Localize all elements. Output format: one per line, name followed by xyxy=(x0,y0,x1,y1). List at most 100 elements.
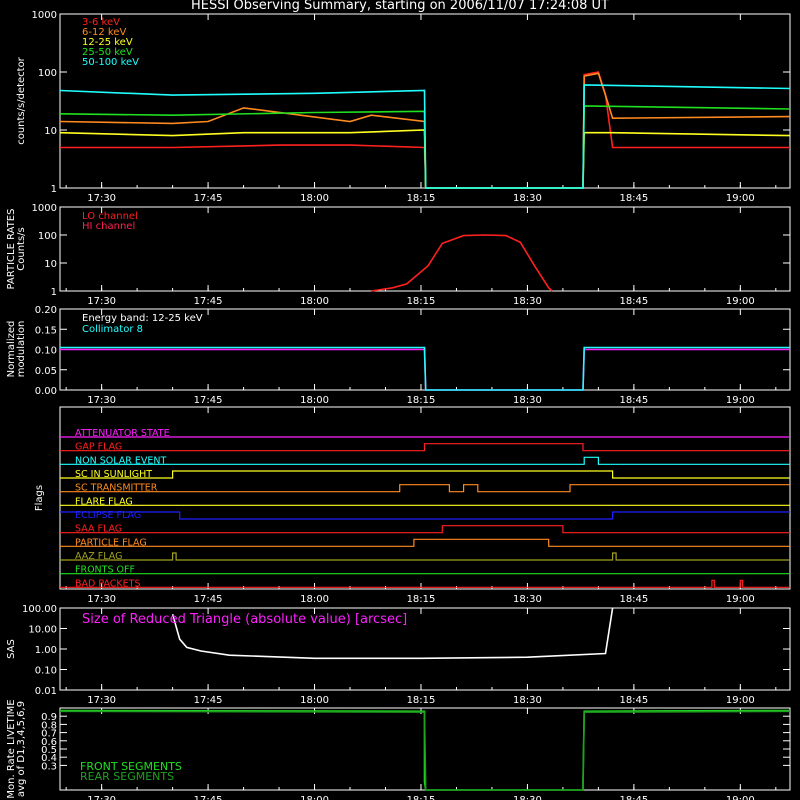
time-tick-label: 18:30 xyxy=(513,296,542,307)
legend-hi-channel: HI channel xyxy=(82,221,135,232)
time-tick-label: 18:15 xyxy=(407,193,436,204)
flag-line-gap-flag xyxy=(60,443,790,452)
flag-label-gap-flag: GAP FLAG xyxy=(75,442,122,453)
time-tick-label: 18:30 xyxy=(513,594,542,605)
flag-line-sc-transmitter xyxy=(60,484,790,493)
time-tick-label: 19:00 xyxy=(726,193,755,204)
flag-label-non-solar-event: NON SOLAR EVENT xyxy=(75,455,166,466)
ytick-label: 0.9 xyxy=(41,712,57,723)
flag-label-attenuator-state: ATTENUATOR STATE xyxy=(75,428,170,439)
flag-label-eclipse-flag: ECLIPSE FLAG xyxy=(75,510,141,521)
ytick-label: 0.10 xyxy=(35,346,57,357)
modulation-panel: 17:30 17:45 18:00 18:15 18:30 18:45 19:00 0.00 0… xyxy=(35,305,791,406)
ytick-label: 0.20 xyxy=(35,305,57,316)
flags-panel: 17:30 17:45 18:00 18:15 18:30 18:45 19:00 ATTEN… xyxy=(59,406,791,605)
time-tick-label: 18:45 xyxy=(619,395,648,406)
flag-line-non-solar-event xyxy=(60,456,790,465)
time-tick-label: 18:15 xyxy=(407,695,436,706)
particle_rates-frame xyxy=(59,206,791,292)
flag-label-sc-in-sunlight: SC IN SUNLIGHT xyxy=(75,469,152,480)
legend-rear-segments: REAR SEGMENTS xyxy=(80,770,174,783)
time-tick-label: 19:00 xyxy=(726,795,755,800)
time-tick-label: 18:30 xyxy=(513,795,542,800)
time-tick-label: 18:45 xyxy=(619,594,648,605)
time-tick-label: 18:45 xyxy=(619,193,648,204)
time-tick-label: 17:45 xyxy=(194,193,223,204)
time-tick-label: 17:45 xyxy=(194,795,223,800)
modulation-ylabel: modulation xyxy=(16,321,27,378)
time-tick-label: 18:45 xyxy=(619,296,648,307)
time-tick-label: 18:00 xyxy=(300,594,329,605)
time-tick-label: 19:00 xyxy=(726,695,755,706)
series-collimator-8 xyxy=(60,346,790,391)
time-tick-label: 17:45 xyxy=(194,594,223,605)
time-tick-label: 17:30 xyxy=(87,193,116,204)
legend-50-100-kev: 50-100 keV xyxy=(82,57,139,68)
series-lo-channel xyxy=(371,234,553,292)
time-tick-label: 19:00 xyxy=(726,395,755,406)
ytick-label: 0.10 xyxy=(35,666,57,677)
flag-line-particle-flag xyxy=(60,538,790,547)
time-tick-label: 18:00 xyxy=(300,695,329,706)
series-50-100-kev xyxy=(59,84,791,189)
time-tick-label: 18:30 xyxy=(513,193,542,204)
flag-label-aaz-flag: AAZ FLAG xyxy=(75,551,122,562)
ytick-label: 1000 xyxy=(32,203,57,214)
time-tick-label: 18:45 xyxy=(619,795,648,800)
time-tick-label: 18:30 xyxy=(513,395,542,406)
count_rates-ylabel: counts/s/detector xyxy=(16,56,27,144)
flag-label-flare-flag: FLARE FLAG xyxy=(75,496,133,507)
livetime-panel: 17:3017:4518:0018:1518:3018:4519:000.30.… xyxy=(41,707,791,800)
time-tick-label: 18:00 xyxy=(300,296,329,307)
flag-label-bad-packets: BAD PACKETS xyxy=(75,578,141,589)
ytick-label: 10 xyxy=(44,259,57,270)
flag-label-fronts-off: FRONTS OFF xyxy=(75,565,135,576)
legend-collimator-8: Collimator 8 xyxy=(82,324,143,335)
time-tick-label: 17:30 xyxy=(87,795,116,800)
legend-energy-band-12-25-kev: Energy band: 12-25 keV xyxy=(82,313,203,324)
time-tick-label: 18:15 xyxy=(407,594,436,605)
time-tick-label: 18:30 xyxy=(513,695,542,706)
livetime-ylabel: avg of D1,3,4,5,6,9 xyxy=(16,701,27,797)
ytick-label: 100 xyxy=(38,68,57,79)
time-tick-label: 18:15 xyxy=(407,395,436,406)
time-tick-label: 19:00 xyxy=(726,296,755,307)
ytick-label: 0.15 xyxy=(35,325,57,336)
flag-label-sc-transmitter: SC TRANSMITTER xyxy=(75,483,158,494)
flag-line-aaz-flag xyxy=(60,552,790,561)
ytick-label: 10.00 xyxy=(28,625,57,636)
flag-label-particle-flag: PARTICLE FLAG xyxy=(75,537,147,548)
time-tick-label: 17:30 xyxy=(87,695,116,706)
sas-ylabel: SAS xyxy=(6,639,17,659)
time-tick-label: 17:45 xyxy=(194,296,223,307)
time-tick-label: 17:30 xyxy=(87,395,116,406)
time-tick-label: 18:45 xyxy=(619,695,648,706)
count_rates-panel: 17:30 17:45 18:00 18:15 18:30 18:45 19:00 1 10 10… xyxy=(32,10,791,204)
flag-label-saa-flag: SAA FLAG xyxy=(75,524,122,535)
ytick-label: 1 xyxy=(51,184,57,195)
flag-line-sc-in-sunlight xyxy=(60,470,790,479)
sas-panel: 17:30 17:45 18:00 18:15 18:30 18:45 19:00 0.01 0… xyxy=(22,604,791,706)
ytick-label: 0.05 xyxy=(35,366,57,377)
ytick-label: 100 xyxy=(38,231,57,242)
page-title: HESSI Observing Summary, starting on 200… xyxy=(191,0,609,13)
time-tick-label: 18:00 xyxy=(300,395,329,406)
flag-line-eclipse-flag xyxy=(60,511,790,520)
time-tick-label: 17:30 xyxy=(87,296,116,307)
time-tick-label: 19:00 xyxy=(726,594,755,605)
observing-summary-chart: 17:30 17:45 18:00 18:15 18:30 18:45 19:0011010… xyxy=(6,10,791,800)
time-tick-label: 18:00 xyxy=(300,193,329,204)
time-tick-label: 18:00 xyxy=(300,795,329,800)
particle_rates-panel: 17:30 17:45 18:00 18:15 18:30 18:45 19:00 1 10 10… xyxy=(32,203,791,307)
flags-ylabel: Flags xyxy=(34,485,45,511)
ytick-label: 0.00 xyxy=(35,386,57,397)
time-tick-label: 18:15 xyxy=(407,296,436,307)
ytick-label: 100.00 xyxy=(22,604,57,615)
particle_rates-ylabel: Counts/s xyxy=(16,227,27,271)
sas-annotation: Size of Reduced Triangle (absolute value… xyxy=(82,612,407,627)
time-tick-label: 17:45 xyxy=(194,695,223,706)
ytick-label: 0.01 xyxy=(35,686,57,697)
time-tick-label: 17:45 xyxy=(194,395,223,406)
flag-line-bad-packets xyxy=(60,579,790,588)
ytick-label: 1 xyxy=(51,287,57,298)
